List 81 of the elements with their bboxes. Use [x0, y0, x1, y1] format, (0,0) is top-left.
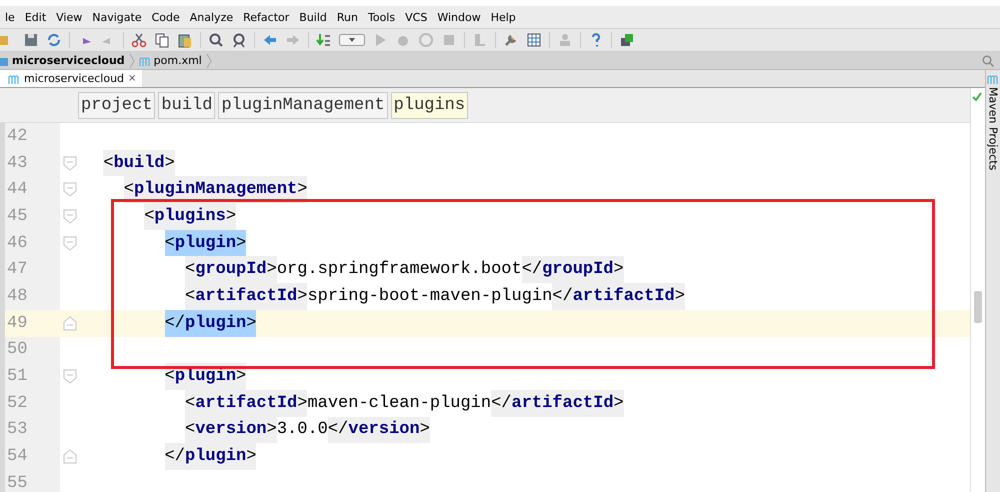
breadcrumb[interactable]: pluginManagement: [218, 92, 388, 118]
breadcrumb[interactable]: build: [158, 92, 216, 118]
fold-icon[interactable]: [63, 182, 77, 198]
xml-tag: </version>: [328, 416, 430, 444]
plugin-icon[interactable]: [619, 32, 635, 48]
fold-icon[interactable]: [63, 208, 77, 224]
menu-item[interactable]: Window: [432, 10, 486, 24]
line-number: 50: [0, 336, 60, 364]
line-number: 55: [0, 470, 60, 492]
fold-icon[interactable]: [63, 449, 77, 464]
line-number: 54: [0, 443, 60, 470]
search-icon[interactable]: [208, 32, 224, 48]
line-number: 44: [0, 176, 60, 204]
close-tab-button[interactable]: ×: [128, 73, 136, 84]
menu-item[interactable]: Analyze: [184, 10, 238, 24]
fold-icon[interactable]: [63, 369, 77, 384]
stop-icon[interactable]: [441, 32, 457, 48]
xml-tag: <build>: [103, 150, 175, 176]
menu-item[interactable]: Build: [294, 10, 332, 24]
save-icon[interactable]: [23, 32, 39, 48]
menu-item[interactable]: Code: [146, 10, 185, 24]
cut-icon[interactable]: [131, 32, 147, 48]
xml-tag: <version>: [185, 416, 277, 444]
line-number: 42: [0, 123, 60, 150]
person-icon[interactable]: [557, 32, 573, 48]
sync-icon[interactable]: [46, 32, 62, 48]
check-icon: [972, 92, 982, 102]
menu-item[interactable]: Tools: [363, 10, 400, 24]
back-arrow-icon[interactable]: [262, 32, 278, 48]
xml-tag: <artifactId>: [185, 390, 308, 417]
menu-item[interactable]: Help: [486, 10, 521, 24]
fold-icon[interactable]: [63, 316, 77, 331]
breadcrumb[interactable]: plugins: [390, 92, 468, 118]
line-number: 45: [0, 203, 60, 230]
project-crumb[interactable]: microservicecloud: [12, 54, 125, 67]
line-number: 53: [0, 416, 60, 444]
file-crumb[interactable]: pom.xml: [154, 54, 202, 67]
xml-tag: </artifactId>: [491, 390, 624, 417]
breadcrumb[interactable]: project: [78, 92, 156, 118]
wrench-icon[interactable]: [503, 32, 519, 48]
xml-tag: <groupId>: [185, 256, 277, 284]
xml-tag: </plugin>: [164, 443, 256, 470]
line-number: 51: [0, 363, 60, 390]
fold-icon[interactable]: [63, 156, 77, 171]
code-text: 3.0.0: [276, 419, 328, 442]
line-number: 46: [0, 230, 60, 256]
paste-icon[interactable]: [177, 32, 193, 48]
maven-icon: [987, 74, 999, 84]
menu-item[interactable]: Refactor: [238, 10, 294, 24]
tool-window-tab[interactable]: Maven Projects: [986, 87, 1000, 170]
chevron-icon: [128, 52, 135, 68]
xml-tag: </artifactId>: [552, 283, 685, 310]
xml-tag: <plugin>: [164, 230, 246, 256]
code-text: maven-clean-plugin: [307, 392, 492, 415]
copy-icon[interactable]: [154, 32, 170, 48]
line-number: 47: [0, 256, 60, 284]
xml-tag: <plugins>: [144, 203, 236, 230]
forward-arrow-icon[interactable]: [285, 32, 301, 48]
code-text: org.springframework.boot: [276, 259, 522, 282]
line-number: 48: [0, 283, 60, 310]
maven-file-icon: [8, 74, 20, 84]
line-number: 52: [0, 390, 60, 417]
fold-icon[interactable]: [63, 236, 77, 251]
chevron-icon: [206, 52, 212, 68]
editor-tab[interactable]: microservicecloud ×: [0, 70, 142, 87]
xml-tag: </plugin>: [164, 310, 256, 336]
menu-item[interactable]: Navigate: [87, 10, 147, 24]
menu-item[interactable]: Edit: [20, 10, 52, 24]
menu-item[interactable]: le: [0, 10, 20, 24]
menu-item[interactable]: VCS: [400, 10, 432, 24]
maven-file-icon: [138, 56, 151, 66]
grid-icon[interactable]: [526, 32, 542, 48]
line-number: 43: [0, 150, 60, 176]
xml-tag: </groupId>: [522, 256, 624, 284]
scrollbar-thumb[interactable]: [974, 291, 982, 323]
menu-item[interactable]: View: [51, 10, 88, 24]
code-text: spring-boot-maven-plugin: [307, 286, 552, 308]
build-icon[interactable]: [316, 32, 332, 48]
menu-item[interactable]: Run: [332, 10, 363, 24]
dropdown-icon[interactable]: [339, 32, 365, 48]
xml-tag: <artifactId>: [185, 283, 308, 310]
